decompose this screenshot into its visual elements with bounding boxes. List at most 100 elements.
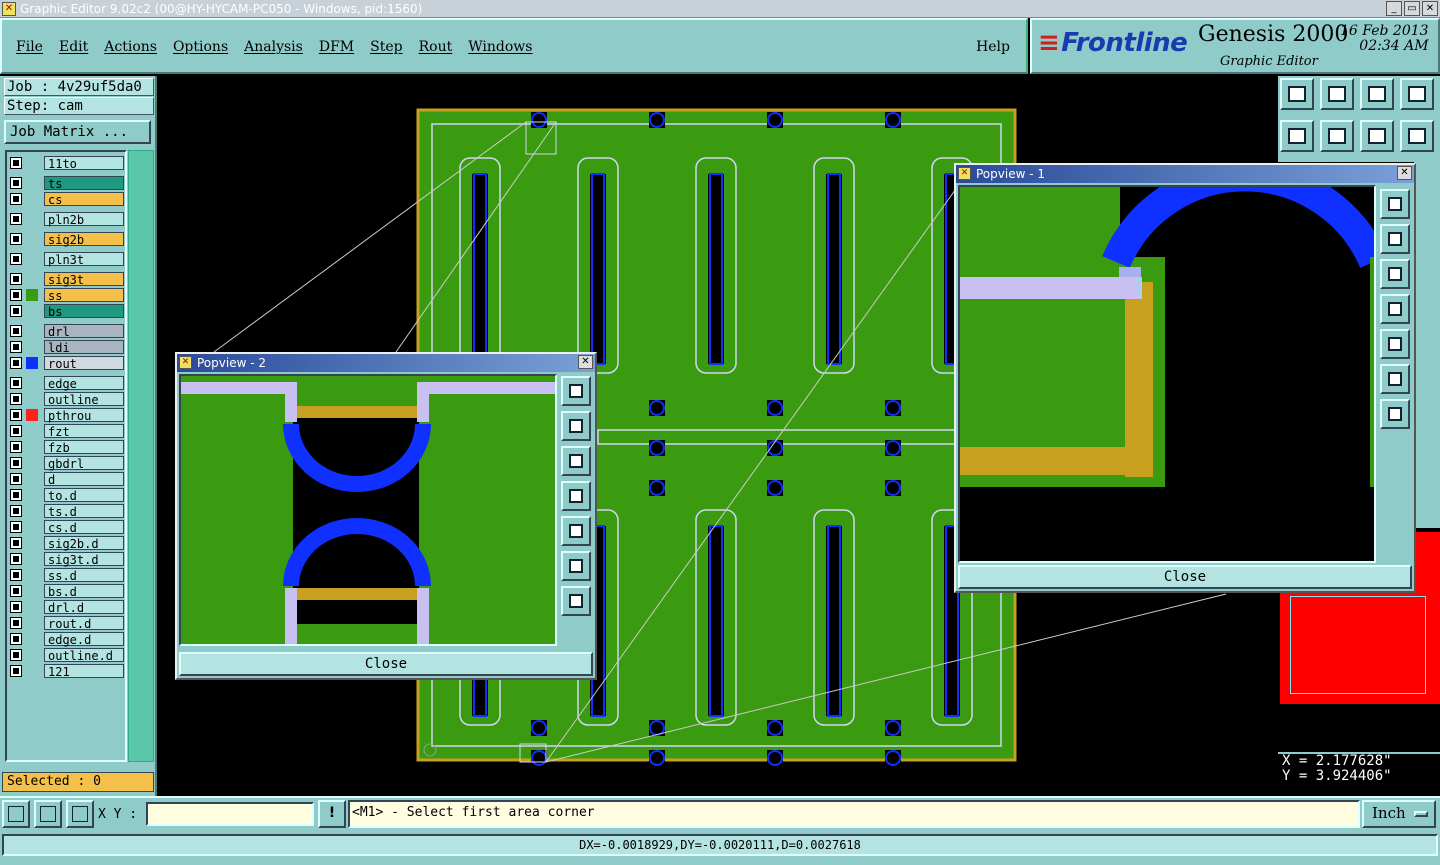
xy-input[interactable]: [146, 802, 314, 826]
popview-fit-icon[interactable]: [1380, 364, 1410, 394]
layer-color-swatch[interactable]: [26, 177, 38, 189]
layer-checkbox[interactable]: [10, 253, 22, 265]
popview-1-window[interactable]: ✕ Popview - 1 ✕ Close: [954, 163, 1416, 593]
layer-name[interactable]: sig2b: [44, 232, 124, 247]
layer-checkbox[interactable]: [10, 177, 22, 189]
layer-row-fzt[interactable]: fzt: [8, 424, 126, 439]
layer-color-swatch[interactable]: [26, 425, 38, 437]
layer-row-outline-d[interactable]: outline.d: [8, 648, 126, 663]
popview-pan-left-icon[interactable]: [561, 481, 591, 511]
menu-windows[interactable]: Windows: [468, 39, 532, 55]
menu-options[interactable]: Options: [173, 39, 228, 55]
layer-checkbox[interactable]: [10, 305, 22, 317]
layer-row-pln3t[interactable]: pln3t: [8, 252, 126, 267]
layer-color-swatch[interactable]: [26, 649, 38, 661]
popview-1-titlebar[interactable]: ✕ Popview - 1 ✕: [956, 165, 1414, 183]
layer-checkbox[interactable]: [10, 665, 22, 677]
layer-name[interactable]: ts: [44, 176, 124, 191]
layer-checkbox[interactable]: [10, 617, 22, 629]
layer-name[interactable]: sig3t.d: [44, 552, 124, 567]
layer-color-swatch[interactable]: [26, 157, 38, 169]
layer-name[interactable]: 11to: [44, 156, 124, 171]
home-view-icon[interactable]: [1360, 78, 1394, 110]
layer-checkbox[interactable]: [10, 325, 22, 337]
layer-checkbox[interactable]: [10, 357, 22, 369]
popview-2-close-icon[interactable]: ✕: [578, 355, 593, 369]
menu-rout[interactable]: Rout: [419, 39, 453, 55]
layer-checkbox[interactable]: [10, 341, 22, 353]
layer-color-swatch[interactable]: [26, 489, 38, 501]
layer-checkbox[interactable]: [10, 553, 22, 565]
layer-color-swatch[interactable]: [26, 305, 38, 317]
maximize-button[interactable]: ▭: [1404, 1, 1420, 16]
layer-row-sig2b[interactable]: sig2b: [8, 232, 126, 247]
layer-color-swatch[interactable]: [26, 537, 38, 549]
layer-name[interactable]: rout.d: [44, 616, 124, 631]
menu-actions[interactable]: Actions: [104, 39, 157, 55]
zoom-home-icon[interactable]: [1280, 78, 1314, 110]
layer-checkbox[interactable]: [10, 393, 22, 405]
minimize-button[interactable]: _: [1386, 1, 1402, 16]
popview-zoom-out-icon[interactable]: [1380, 259, 1410, 289]
layer-row-gbdrl[interactable]: gbdrl: [8, 456, 126, 471]
layer-checkbox[interactable]: [10, 633, 22, 645]
layer-row-edge[interactable]: edge: [8, 376, 126, 391]
layer-color-swatch[interactable]: [26, 521, 38, 533]
layer-row-pthrou[interactable]: pthrou: [8, 408, 126, 423]
popview-pan-right-icon[interactable]: [1380, 329, 1410, 359]
layer-checkbox[interactable]: [10, 289, 22, 301]
layer-checkbox[interactable]: [10, 601, 22, 613]
layer-name[interactable]: drl: [44, 324, 124, 339]
layer-name[interactable]: ldi: [44, 340, 124, 355]
menu-step[interactable]: Step: [370, 39, 402, 55]
layer-color-swatch[interactable]: [26, 441, 38, 453]
layer-name[interactable]: pln3t: [44, 252, 124, 267]
layer-name[interactable]: to.d: [44, 488, 124, 503]
layer-row-d[interactable]: d: [8, 472, 126, 487]
layer-row-bs-d[interactable]: bs.d: [8, 584, 126, 599]
layer-checkbox[interactable]: [10, 473, 22, 485]
layer-row-drl-d[interactable]: drl.d: [8, 600, 126, 615]
layer-color-swatch[interactable]: [26, 617, 38, 629]
layer-name[interactable]: rout: [44, 356, 124, 371]
layer-color-swatch[interactable]: [26, 633, 38, 645]
layer-color-swatch[interactable]: [26, 569, 38, 581]
layer-name[interactable]: ss.d: [44, 568, 124, 583]
layer-row-fzb[interactable]: fzb: [8, 440, 126, 455]
layer-checkbox[interactable]: [10, 489, 22, 501]
layer-name[interactable]: ss: [44, 288, 124, 303]
layer-color-swatch[interactable]: [26, 409, 38, 421]
layer-row-bs[interactable]: bs: [8, 304, 126, 319]
menu-edit[interactable]: Edit: [59, 39, 88, 55]
warning-button[interactable]: !: [318, 800, 346, 828]
layer-name[interactable]: edge: [44, 376, 124, 391]
layer-checkbox[interactable]: [10, 441, 22, 453]
layer-row-sig2b-d[interactable]: sig2b.d: [8, 536, 126, 551]
split-view-icon[interactable]: [1400, 78, 1434, 110]
layer-color-swatch[interactable]: [26, 233, 38, 245]
popview-2-view[interactable]: [179, 374, 557, 646]
popview-copy-icon[interactable]: [561, 376, 591, 406]
layer-color-swatch[interactable]: [26, 553, 38, 565]
layer-color-swatch[interactable]: [26, 193, 38, 205]
layer-checkbox[interactable]: [10, 649, 22, 661]
popview-zoom-out-icon[interactable]: [561, 446, 591, 476]
menu-dfm[interactable]: DFM: [319, 39, 354, 55]
layer-row-11to[interactable]: 11to: [8, 156, 126, 171]
popview-move-icon[interactable]: [561, 586, 591, 616]
layer-name[interactable]: cs.d: [44, 520, 124, 535]
pan-left-icon[interactable]: [1280, 120, 1314, 152]
layer-row-outline[interactable]: outline: [8, 392, 126, 407]
measure-icon[interactable]: [34, 800, 62, 828]
layer-checkbox[interactable]: [10, 457, 22, 469]
layer-color-swatch[interactable]: [26, 341, 38, 353]
rotate-icon[interactable]: [1360, 120, 1394, 152]
layer-row-pln2b[interactable]: pln2b: [8, 212, 126, 227]
layer-checkbox[interactable]: [10, 425, 22, 437]
close-window-button[interactable]: ✕: [1422, 1, 1438, 16]
layer-checkbox[interactable]: [10, 569, 22, 581]
layer-color-swatch[interactable]: [26, 601, 38, 613]
popview-2-titlebar[interactable]: ✕ Popview - 2 ✕: [177, 354, 595, 372]
layer-color-swatch[interactable]: [26, 213, 38, 225]
popview-zoom-in-icon[interactable]: [561, 411, 591, 441]
